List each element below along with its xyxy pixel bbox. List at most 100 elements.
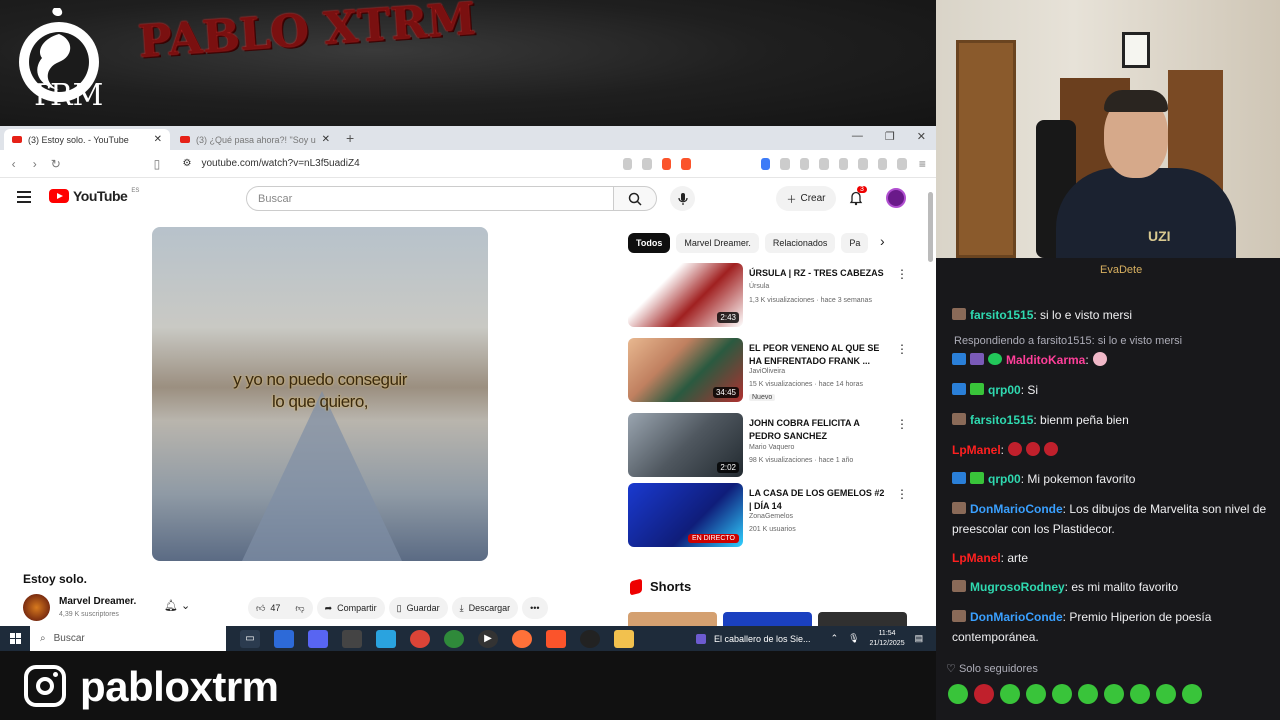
close-tab-icon[interactable]: ✕: [322, 134, 330, 145]
recommendation-title[interactable]: ÚRSULA | RZ - TRES CABEZAS: [749, 267, 889, 280]
store-icon[interactable]: [274, 629, 294, 648]
create-button[interactable]: ＋ Crear: [776, 186, 836, 211]
brave-shields-icon[interactable]: [661, 157, 672, 170]
recommendation-item[interactable]: EN DIRECTO LA CASA DE LOS GEMELOS #2 | D…: [628, 483, 908, 547]
more-actions-button[interactable]: •••: [522, 597, 548, 619]
chevron-up-icon[interactable]: ⌃: [831, 633, 839, 644]
video-thumbnail[interactable]: 2:02: [628, 413, 743, 477]
recommendation-title[interactable]: LA CASA DE LOS GEMELOS #2 | DÍA 14: [749, 487, 889, 513]
chat-username[interactable]: DonMarioConde: [970, 610, 1063, 624]
recommendation-item[interactable]: 34:45 EL PEOR VENENO AL QUE SE HA ENFREN…: [628, 338, 908, 402]
tool-icon[interactable]: [342, 629, 362, 648]
sidebar-icon[interactable]: [838, 157, 849, 170]
xbox-icon[interactable]: [444, 629, 464, 648]
more-vert-icon[interactable]: ⋮: [896, 487, 908, 501]
thumbs-down-icon[interactable]: 👎︎: [295, 603, 304, 614]
page-scrollbar[interactable]: [928, 184, 934, 604]
youtube-logo[interactable]: YouTube ES: [49, 188, 139, 204]
chat-username[interactable]: qrp00: [988, 472, 1021, 486]
video-player[interactable]: y yo no puedo conseguir lo que quiero,: [152, 227, 488, 561]
recommendation-channel[interactable]: JaviOliveira: [749, 368, 785, 375]
back-arrow-icon[interactable]: ‹: [8, 157, 19, 171]
emote-icon[interactable]: [1104, 684, 1124, 704]
emote-icon[interactable]: [1052, 684, 1072, 704]
recommendation-channel[interactable]: Mario Vaquero: [749, 444, 794, 451]
chat-username[interactable]: qrp00: [988, 383, 1021, 397]
search-button[interactable]: [613, 186, 657, 211]
chat-username[interactable]: farsito1515: [970, 413, 1033, 427]
share-icon[interactable]: [642, 157, 652, 170]
clock[interactable]: 11:54 21/12/2025: [870, 629, 905, 649]
brave-browser-icon[interactable]: [546, 629, 566, 648]
recommendation-title[interactable]: JOHN COBRA FELICITA A PEDRO SANCHEZ: [749, 417, 889, 443]
tab-estoy-solo[interactable]: (3) Estoy solo. - YouTube ✕: [4, 129, 170, 150]
url-field[interactable]: ⚙ youtube.com/watch?v=nL3f5uadiZ4: [183, 153, 603, 175]
emote-icon[interactable]: [1078, 684, 1098, 704]
obs-icon[interactable]: [580, 629, 600, 648]
emote-icon[interactable]: [1130, 684, 1150, 704]
active-window-button[interactable]: El caballero de los Sie...: [696, 633, 811, 644]
leo-icon[interactable]: [877, 157, 888, 170]
discord-icon[interactable]: [308, 629, 328, 648]
close-window-button[interactable]: ✕: [917, 130, 926, 143]
emote-icon[interactable]: [1182, 684, 1202, 704]
wallet-icon[interactable]: [858, 157, 868, 170]
account-avatar[interactable]: [886, 188, 906, 208]
bookmark-icon[interactable]: ▯: [151, 157, 162, 171]
video-thumbnail[interactable]: 2:43: [628, 263, 743, 327]
voice-search-button[interactable]: [670, 186, 695, 211]
chip-todos[interactable]: Todos: [628, 233, 671, 253]
recommendation-channel[interactable]: ZonaGemelos: [749, 513, 793, 520]
puzzle-extensions-icon[interactable]: [780, 157, 790, 170]
subscription-bell-button[interactable]: 🔔︎ ⌄: [164, 599, 190, 612]
task-view-icon[interactable]: ▭: [240, 629, 260, 648]
chrome-icon[interactable]: [410, 629, 430, 648]
chat-username[interactable]: LpManel: [952, 443, 1001, 457]
maximize-button[interactable]: ❐: [885, 130, 895, 143]
emote-icon[interactable]: [1026, 684, 1046, 704]
firefox-icon[interactable]: [512, 629, 532, 648]
telegram-icon[interactable]: [376, 629, 396, 648]
chat-username[interactable]: LpManel: [952, 551, 1001, 565]
emote-icon[interactable]: [974, 684, 994, 704]
recommendation-title[interactable]: EL PEOR VENENO AL QUE SE HA ENFRENTADO F…: [749, 342, 889, 368]
more-vert-icon[interactable]: ⋮: [896, 417, 908, 431]
video-thumbnail[interactable]: 34:45: [628, 338, 743, 402]
chevron-right-icon[interactable]: ›: [880, 233, 885, 249]
minimize-button[interactable]: —: [852, 130, 863, 143]
site-settings-icon[interactable]: ⚙: [183, 158, 192, 169]
emote-icon[interactable]: [948, 684, 968, 704]
emote-icon[interactable]: [1000, 684, 1020, 704]
download-button[interactable]: ⤓ Descargar: [451, 597, 519, 619]
new-tab-button[interactable]: +: [346, 130, 354, 146]
search-input[interactable]: Buscar: [246, 186, 614, 211]
cast-icon[interactable]: [622, 157, 633, 170]
start-button[interactable]: [0, 633, 30, 644]
media-icon[interactable]: [819, 157, 829, 170]
channel-avatar[interactable]: [23, 594, 50, 621]
tab-que-pasa-ahora[interactable]: (3) ¿Qué pasa ahora?! "Soy un ladrón ✕: [172, 129, 338, 150]
forward-arrow-icon[interactable]: ›: [29, 157, 40, 171]
chat-username[interactable]: DonMarioConde: [970, 502, 1063, 516]
thumbs-up-icon[interactable]: 👍︎: [256, 603, 265, 614]
taskbar-search-input[interactable]: ⌕ Buscar: [30, 626, 226, 651]
more-vert-icon[interactable]: ⋮: [896, 342, 908, 356]
recommendation-channel[interactable]: Úrsula: [749, 283, 769, 290]
channel-name[interactable]: Marvel Dreamer.: [59, 596, 136, 607]
save-button[interactable]: ▯ Guardar: [388, 597, 448, 619]
menu-icon[interactable]: [17, 191, 31, 203]
short-thumbnail[interactable]: [818, 612, 907, 626]
chat-username[interactable]: MugrosoRodney: [970, 580, 1065, 594]
extension-icon[interactable]: [760, 157, 771, 170]
close-tab-icon[interactable]: ✕: [154, 134, 162, 145]
chat-username[interactable]: MalditoKarma: [1006, 353, 1085, 367]
media-player-icon[interactable]: ▶: [478, 629, 498, 648]
scrollbar-thumb[interactable]: [928, 192, 933, 262]
like-dislike-button[interactable]: 👍︎ 47 👎︎: [248, 597, 313, 619]
reload-icon[interactable]: ↻: [50, 157, 61, 171]
video-thumbnail[interactable]: EN DIRECTO: [628, 483, 743, 547]
chip-partial[interactable]: Pa: [841, 233, 869, 253]
chip-relacionados[interactable]: Relacionados: [764, 233, 836, 253]
more-vert-icon[interactable]: ⋮: [896, 267, 908, 281]
short-thumbnail[interactable]: [628, 612, 717, 626]
